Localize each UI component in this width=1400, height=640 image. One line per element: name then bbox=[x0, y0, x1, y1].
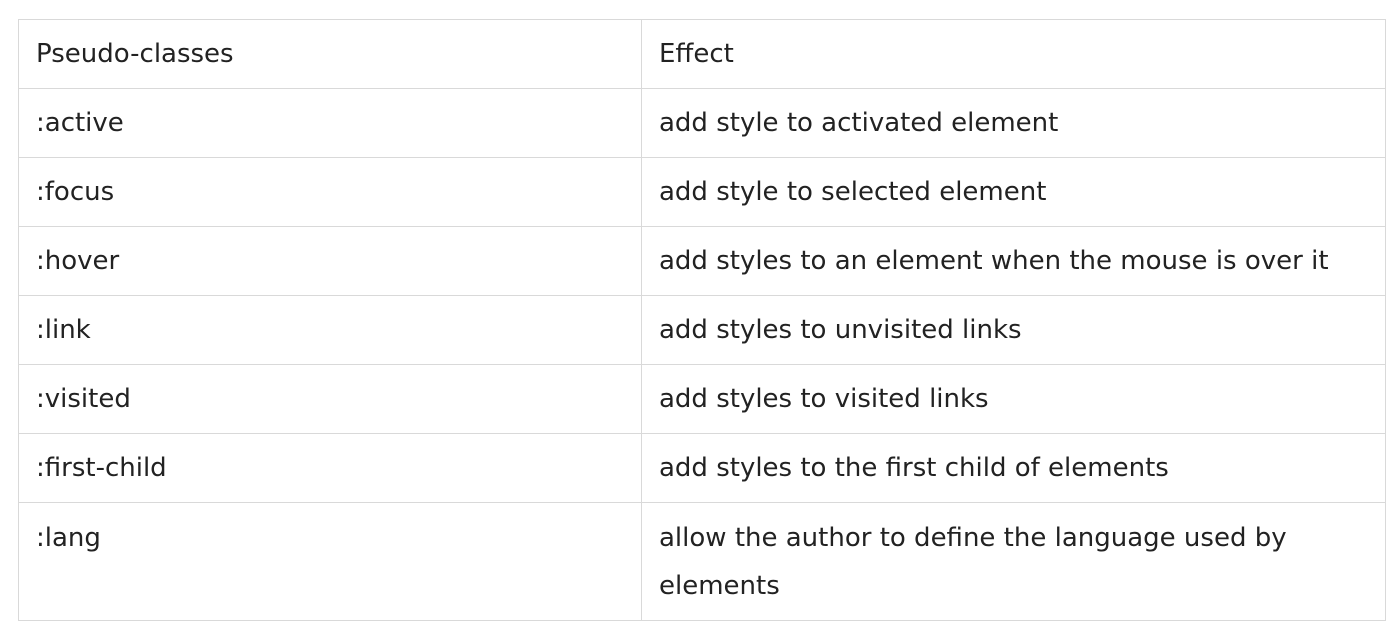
table-row: :hover add styles to an element when the… bbox=[18, 226, 1386, 296]
pseudo-class-cell: :visited bbox=[18, 364, 642, 434]
header-pseudo-classes: Pseudo-classes bbox=[18, 19, 642, 89]
table-header-row: Pseudo-classes Effect bbox=[18, 19, 1386, 89]
pseudo-class-cell: :focus bbox=[18, 157, 642, 227]
header-effect: Effect bbox=[641, 19, 1386, 89]
effect-cell: add styles to an element when the mouse … bbox=[641, 226, 1386, 296]
pseudo-class-cell: :active bbox=[18, 88, 642, 158]
table-row: :link add styles to unvisited links bbox=[18, 295, 1386, 365]
effect-cell: add styles to unvisited links bbox=[641, 295, 1386, 365]
table-row: :focus add style to selected element bbox=[18, 157, 1386, 227]
table-row: :first-child add styles to the first chi… bbox=[18, 433, 1386, 503]
table-row: :lang allow the author to define the lan… bbox=[18, 502, 1386, 621]
pseudo-classes-table: Pseudo-classes Effect :active add style … bbox=[18, 19, 1386, 621]
effect-cell: add style to selected element bbox=[641, 157, 1386, 227]
effect-cell: allow the author to define the language … bbox=[641, 502, 1386, 621]
pseudo-class-cell: :link bbox=[18, 295, 642, 365]
pseudo-classes-table-container: Pseudo-classes Effect :active add style … bbox=[18, 19, 1386, 621]
effect-cell: add styles to visited links bbox=[641, 364, 1386, 434]
table-row: :visited add styles to visited links bbox=[18, 364, 1386, 434]
pseudo-class-cell: :first-child bbox=[18, 433, 642, 503]
pseudo-class-cell: :lang bbox=[18, 502, 642, 621]
pseudo-class-cell: :hover bbox=[18, 226, 642, 296]
effect-cell: add styles to the first child of element… bbox=[641, 433, 1386, 503]
table-row: :active add style to activated element bbox=[18, 88, 1386, 158]
effect-cell: add style to activated element bbox=[641, 88, 1386, 158]
